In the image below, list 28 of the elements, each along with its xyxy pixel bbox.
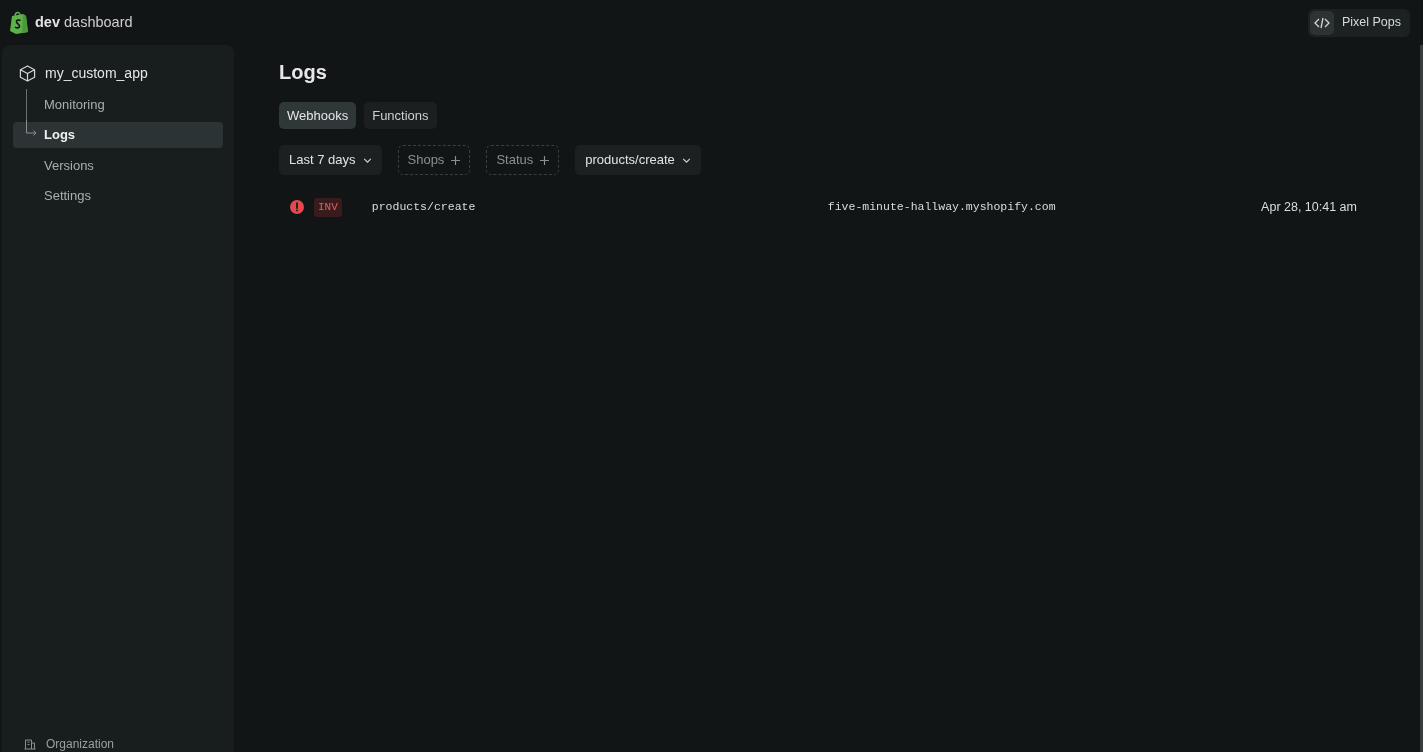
nav-item[interactable]: Monitoring — [13, 91, 223, 118]
status-badge: INV — [314, 197, 342, 217]
nav-item[interactable]: Versions — [13, 152, 223, 179]
filter-dropdown[interactable]: Last 7 days — [279, 145, 382, 175]
organization-link[interactable]: Organization — [46, 737, 115, 751]
account-button[interactable]: Pixel Pops — [1307, 8, 1410, 37]
plus-icon — [451, 155, 461, 165]
brand-title: dev dashboard — [35, 12, 133, 32]
log-time: Apr 28, 10:41 am — [1261, 198, 1357, 216]
nav-item[interactable]: Logs — [13, 121, 223, 148]
shop-domain: five-minute-hallway.myshopify.com — [827, 199, 1057, 216]
webhook-topic: products/create — [371, 199, 477, 216]
cube-icon — [19, 64, 36, 82]
tab[interactable]: Functions — [364, 102, 437, 129]
page-title: Logs — [279, 60, 328, 85]
building-icon — [24, 738, 36, 750]
add-filter-button[interactable]: Status — [486, 145, 560, 175]
plus-icon — [540, 155, 550, 165]
chevron-down-icon — [362, 157, 372, 163]
shopping-bag-logo-icon — [9, 11, 29, 34]
nav-item[interactable]: Settings — [13, 182, 223, 209]
app-name: my_custom_app — [45, 63, 148, 83]
branch-arrow-icon — [26, 119, 38, 137]
filter-dropdown[interactable]: products/create — [575, 145, 701, 175]
code-icon — [1309, 10, 1334, 35]
tab[interactable]: Webhooks — [279, 102, 357, 129]
chevron-down-icon — [681, 157, 691, 163]
add-filter-button[interactable]: Shops — [397, 145, 471, 175]
